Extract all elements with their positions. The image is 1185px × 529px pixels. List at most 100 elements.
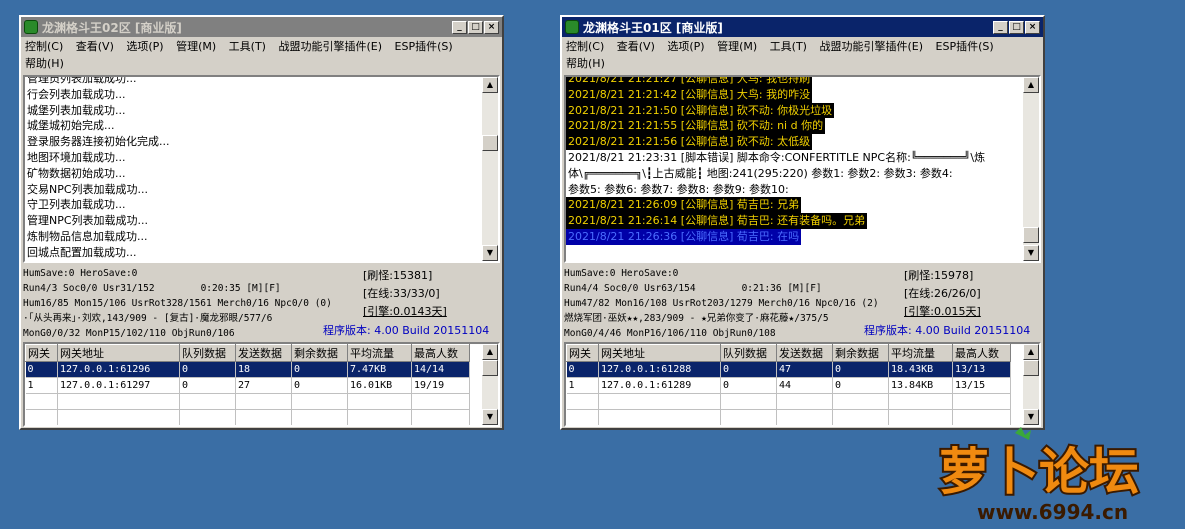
table-row[interactable]: 0 127.0.0.1:61296 0 18 0 7.47KB 14/14 [25, 361, 470, 378]
left-log-box[interactable]: 管理员列表加载成功... 行会列表加载成功... 城堡列表加载成功... 城堡城… [23, 75, 500, 263]
menu-options[interactable]: 选项(P) [667, 40, 704, 53]
left-version: 程序版本: 4.00 Build 20151104 [323, 324, 490, 337]
scroll-down-icon[interactable]: ▼ [482, 409, 498, 425]
close-button[interactable]: × [484, 20, 499, 34]
left-table-scrollbar[interactable]: ▲ ▼ [482, 344, 498, 425]
col-max-users[interactable]: 最高人数 [952, 344, 1011, 362]
menu-tools[interactable]: 工具(T) [770, 40, 807, 53]
left-log-scrollbar[interactable]: ▲ ▼ [482, 77, 498, 261]
menu-engine-plugin[interactable]: 战盟功能引擎插件(E) [819, 40, 923, 53]
table-cell: 127.0.0.1:61288 [598, 361, 721, 378]
table-cell: 0 [291, 361, 348, 378]
left-refresh: [刷怪:15381] [363, 269, 433, 282]
col-remaining[interactable]: 剩余数据 [291, 344, 348, 362]
scroll-down-icon[interactable]: ▼ [482, 245, 498, 261]
log-line: 行会列表加载成功... [27, 87, 126, 101]
menu-help[interactable]: 帮助(H) [25, 57, 64, 70]
right-refresh: [刷怪:15978] [904, 269, 974, 282]
log-line: 城堡城初始完成... [27, 119, 115, 133]
table-cell: 0 [720, 377, 777, 394]
col-address[interactable]: 网关地址 [598, 344, 721, 362]
table-cell: 0 [720, 361, 777, 378]
right-version: 程序版本: 4.00 Build 20151104 [864, 324, 1031, 337]
menu-view[interactable]: 查看(V) [76, 40, 114, 53]
menu-view[interactable]: 查看(V) [617, 40, 655, 53]
table-cell: 16.01KB [347, 377, 412, 394]
col-max-users[interactable]: 最高人数 [411, 344, 470, 362]
scroll-up-icon[interactable]: ▲ [1023, 344, 1039, 360]
right-table-scrollbar[interactable]: ▲ ▼ [1023, 344, 1039, 425]
col-queue[interactable]: 队列数据 [720, 344, 777, 362]
col-remaining[interactable]: 剩余数据 [832, 344, 889, 362]
col-sent[interactable]: 发送数据 [776, 344, 833, 362]
scroll-up-icon[interactable]: ▲ [482, 77, 498, 93]
scroll-up-icon[interactable]: ▲ [482, 344, 498, 360]
menu-manage[interactable]: 管理(M) [176, 40, 216, 53]
right-titlebar[interactable]: 龙渊格斗王01区 [商业版] _ □ × [562, 17, 1043, 37]
menu-esp-plugin[interactable]: ESP插件(S) [395, 40, 453, 53]
table-cell: 127.0.0.1:61297 [57, 377, 180, 394]
table-cell: 127.0.0.1:61296 [57, 361, 180, 378]
log-line: 交易NPC列表加载成功... [27, 182, 149, 196]
log-line: 地图环境加载成功... [27, 150, 126, 164]
minimize-button[interactable]: _ [452, 20, 467, 34]
table-cell: 0 [291, 377, 348, 394]
script-error-line: 参数5: 参数6: 参数7: 参数8: 参数9: 参数10: [568, 182, 789, 196]
col-sent[interactable]: 发送数据 [235, 344, 292, 362]
menu-help[interactable]: 帮助(H) [566, 57, 605, 70]
col-queue[interactable]: 队列数据 [179, 344, 236, 362]
table-row[interactable]: 0 127.0.0.1:61288 0 47 0 18.43KB 13/13 [566, 361, 1011, 378]
scroll-up-icon[interactable]: ▲ [1023, 77, 1039, 93]
menu-tools[interactable]: 工具(T) [229, 40, 266, 53]
col-traffic[interactable]: 平均流量 [888, 344, 953, 362]
script-error-line: 体\╔═══════╗\┇上古威能┇ 地图:241(295:220) 参数1: … [568, 166, 953, 180]
menu-options[interactable]: 选项(P) [126, 40, 163, 53]
left-titlebar[interactable]: 龙渊格斗王02区 [商业版] _ □ × [21, 17, 502, 37]
right-window-title: 龙渊格斗王01区 [商业版] [583, 20, 723, 35]
table-cell: 0 [25, 361, 58, 378]
left-window-title: 龙渊格斗王02区 [商业版] [42, 20, 182, 35]
menu-control[interactable]: 控制(C) [25, 40, 63, 53]
col-address[interactable]: 网关地址 [57, 344, 180, 362]
table-cell: 0 [832, 377, 889, 394]
table-cell: 1 [25, 377, 58, 394]
right-log-box[interactable]: 2021/8/21 21:21:27 [公聊信息] 大鸟: 我也持刷 2021/… [564, 75, 1041, 263]
log-line: 炼制物品信息加载成功... [27, 229, 148, 243]
scroll-thumb[interactable] [482, 360, 498, 376]
stat-uptime: 0:21:36 [M][F] [741, 283, 822, 294]
maximize-button[interactable]: □ [468, 20, 483, 34]
maximize-button[interactable]: □ [1009, 20, 1024, 34]
scroll-down-icon[interactable]: ▼ [1023, 245, 1039, 261]
log-line: 回城点配置加载成功... [27, 245, 137, 259]
stat-run: Run4/4 Soc0/0 Usr63/154 [564, 283, 696, 294]
stat-run: Run4/3 Soc0/0 Usr31/152 [23, 283, 155, 294]
right-gateway-table[interactable]: 网关 网关地址 队列数据 发送数据 剩余数据 平均流量 最高人数 0 127.0… [564, 342, 1041, 427]
right-log-scrollbar[interactable]: ▲ ▼ [1023, 77, 1039, 261]
close-button[interactable]: × [1025, 20, 1040, 34]
col-traffic[interactable]: 平均流量 [347, 344, 412, 362]
table-row[interactable]: 1 127.0.0.1:61289 0 44 0 13.84KB 13/15 [566, 377, 1011, 394]
menu-esp-plugin[interactable]: ESP插件(S) [936, 40, 994, 53]
stat-uptime: 0:20:35 [M][F] [200, 283, 281, 294]
col-gateway[interactable]: 网关 [566, 344, 599, 362]
right-server-window: 龙渊格斗王01区 [商业版] _ □ × 控制(C) 查看(V) 选项(P) 管… [560, 15, 1045, 430]
table-cell: 7.47KB [347, 361, 412, 378]
chat-line-selected: 2021/8/21 21:26:36 [公聊信息] 荀吉巴: 在吗 [566, 228, 802, 245]
table-row[interactable]: 1 127.0.0.1:61297 0 27 0 16.01KB 19/19 [25, 377, 470, 394]
log-line: 守卫列表加载成功... [27, 198, 126, 212]
scroll-down-icon[interactable]: ▼ [1023, 409, 1039, 425]
scroll-thumb[interactable] [1023, 360, 1039, 376]
left-gateway-table[interactable]: 网关 网关地址 队列数据 发送数据 剩余数据 平均流量 最高人数 0 127.0… [23, 342, 500, 427]
chat-line: 2021/8/21 21:26:14 [公聊信息] 荀吉巴: 还有装备吗。兄弟 [566, 213, 868, 229]
right-menubar: 控制(C) 查看(V) 选项(P) 管理(M) 工具(T) 战盟功能引擎插件(E… [562, 37, 1043, 73]
chat-line: 2021/8/21 21:21:27 [公聊信息] 大鸟: 我也持刷 [566, 77, 813, 87]
app-icon [565, 20, 579, 34]
minimize-button[interactable]: _ [993, 20, 1008, 34]
menu-manage[interactable]: 管理(M) [717, 40, 757, 53]
table-cell: 47 [776, 361, 833, 378]
scroll-thumb[interactable] [1023, 227, 1039, 243]
menu-engine-plugin[interactable]: 战盟功能引擎插件(E) [278, 40, 382, 53]
col-gateway[interactable]: 网关 [25, 344, 58, 362]
menu-control[interactable]: 控制(C) [566, 40, 604, 53]
scroll-thumb[interactable] [482, 135, 498, 151]
